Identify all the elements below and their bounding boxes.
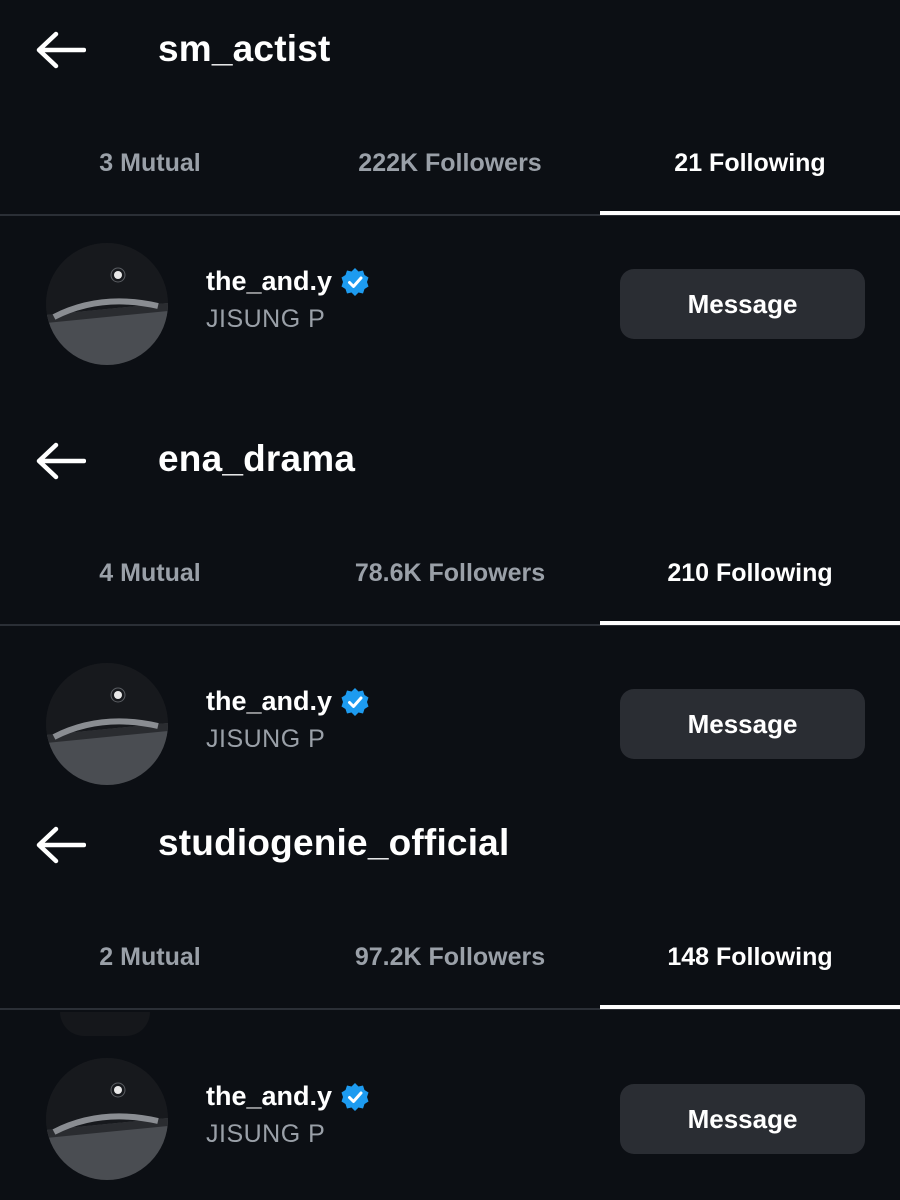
account-title: studiogenie_official bbox=[158, 822, 510, 863]
verified-badge-icon bbox=[340, 1082, 370, 1112]
avatar[interactable] bbox=[46, 243, 168, 365]
back-button[interactable] bbox=[36, 30, 86, 70]
display-name: JISUNG P bbox=[206, 1120, 326, 1148]
message-button[interactable]: Message bbox=[620, 1084, 865, 1154]
arrow-left-icon bbox=[36, 442, 86, 480]
tab-mutual[interactable]: 4 Mutual bbox=[0, 559, 300, 588]
message-button[interactable]: Message bbox=[620, 689, 865, 759]
active-tab-indicator bbox=[600, 211, 900, 215]
user-name-row[interactable]: the_and.y bbox=[206, 686, 370, 717]
back-button[interactable] bbox=[36, 825, 86, 865]
tab-following[interactable]: 21 Following bbox=[600, 149, 900, 178]
tab-following[interactable]: 148 Following bbox=[600, 943, 900, 972]
display-name: JISUNG P bbox=[206, 305, 326, 333]
tab-followers[interactable]: 78.6K Followers bbox=[300, 559, 600, 588]
profile-panel-3: studiogenie_official 2 Mutual 97.2K Foll… bbox=[0, 800, 900, 1200]
tab-following[interactable]: 210 Following bbox=[600, 559, 900, 588]
user-name-row[interactable]: the_and.y bbox=[206, 266, 370, 297]
avatar[interactable] bbox=[46, 663, 168, 785]
verified-badge-icon bbox=[340, 267, 370, 297]
tab-followers[interactable]: 97.2K Followers bbox=[300, 943, 600, 972]
active-tab-indicator bbox=[600, 1005, 900, 1009]
username: the_and.y bbox=[206, 266, 333, 296]
tab-mutual[interactable]: 2 Mutual bbox=[0, 943, 300, 972]
display-name: JISUNG P bbox=[206, 725, 326, 753]
username: the_and.y bbox=[206, 686, 333, 716]
verified-badge-icon bbox=[340, 687, 370, 717]
back-button[interactable] bbox=[36, 441, 86, 481]
arrow-left-icon bbox=[36, 826, 86, 864]
profile-panel-2: ena_drama 4 Mutual 78.6K Followers 210 F… bbox=[0, 410, 900, 800]
message-button[interactable]: Message bbox=[620, 269, 865, 339]
tab-mutual[interactable]: 3 Mutual bbox=[0, 149, 300, 178]
avatar[interactable] bbox=[46, 1058, 168, 1180]
partial-avatar bbox=[60, 1012, 150, 1036]
username: the_and.y bbox=[206, 1081, 333, 1111]
account-title: ena_drama bbox=[158, 438, 356, 479]
account-title: sm_actist bbox=[158, 28, 331, 69]
tab-followers[interactable]: 222K Followers bbox=[300, 149, 600, 178]
active-tab-indicator bbox=[600, 621, 900, 625]
arrow-left-icon bbox=[36, 31, 86, 69]
user-name-row[interactable]: the_and.y bbox=[206, 1081, 370, 1112]
profile-panel-1: sm_actist 3 Mutual 222K Followers 21 Fol… bbox=[0, 0, 900, 410]
